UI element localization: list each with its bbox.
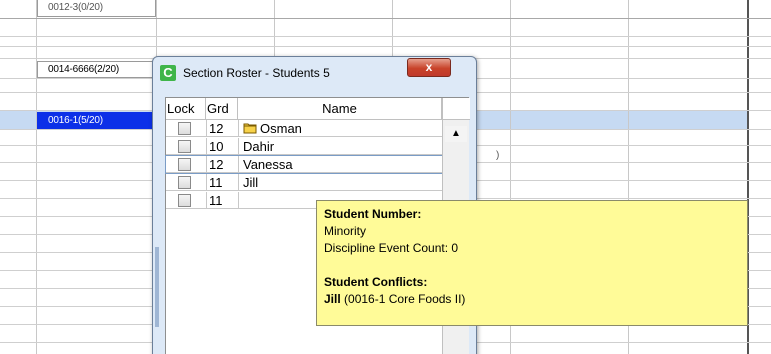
grade-cell: 10	[206, 138, 236, 155]
grid-row-line	[0, 18, 771, 19]
student-number-label: Student Number:	[324, 207, 422, 221]
grid-row-line	[0, 36, 771, 37]
section-cell[interactable]: 0014-6666(2/20)	[37, 61, 153, 78]
partial-cell-text: )	[496, 150, 500, 161]
lock-checkbox[interactable]	[178, 122, 191, 135]
scroll-up-icon[interactable]: ▲	[445, 126, 467, 142]
student-name: Vanessa	[238, 156, 442, 173]
lock-checkbox[interactable]	[178, 158, 191, 171]
section-cell-selected[interactable]: 0016-1(5/20)	[37, 112, 153, 129]
column-header-name[interactable]: Name	[238, 98, 442, 120]
section-cell[interactable]: 0012-3(0/20)	[37, 0, 156, 17]
lock-checkbox[interactable]	[178, 194, 191, 207]
conflict-student: Jill	[324, 292, 341, 306]
table-row[interactable]: 11 Jill	[166, 174, 442, 191]
dialog-titlebar[interactable]: C Section Roster - Students 5 x	[153, 57, 476, 89]
grade-cell: 11	[206, 192, 236, 209]
column-header-grade[interactable]: Grd	[206, 98, 238, 120]
minority-label: Minority	[324, 224, 367, 238]
table-row[interactable]: 10 Dahir	[166, 138, 442, 155]
discipline-label: Discipline Event Count: 0	[324, 241, 459, 255]
table-row-selected[interactable]: 12 Vanessa	[165, 155, 443, 174]
table-row[interactable]: 12 Osman	[166, 120, 442, 137]
close-button[interactable]: x	[407, 58, 451, 77]
table-header: Lock Grd Name	[166, 98, 442, 120]
scrollbar-header	[443, 98, 470, 120]
folder-icon	[243, 123, 257, 134]
tooltip-spacer	[324, 257, 740, 274]
student-name: Osman	[260, 121, 302, 136]
grade-cell: 12	[206, 120, 236, 137]
grid-row-line	[0, 46, 771, 47]
conflict-detail: (0016-1 Core Foods II)	[344, 292, 466, 306]
grade-cell: 11	[206, 174, 236, 191]
app-icon: C	[160, 65, 176, 81]
student-name: Jill	[238, 174, 442, 191]
lock-checkbox[interactable]	[178, 176, 191, 189]
lock-checkbox[interactable]	[178, 140, 191, 153]
grade-cell: 12	[206, 156, 236, 173]
column-header-lock[interactable]: Lock	[166, 98, 206, 120]
conflicts-label: Student Conflicts:	[324, 275, 428, 289]
dialog-title: Section Roster - Students 5	[183, 66, 330, 80]
name-cell: Osman	[238, 120, 442, 137]
grid-column-line	[36, 0, 37, 354]
dialog-left-shadow	[155, 247, 159, 327]
conflict-line: Jill (0016-1 Core Foods II)	[324, 291, 740, 308]
student-name: Dahir	[238, 138, 442, 155]
student-tooltip: Student Number: Minority Discipline Even…	[316, 200, 748, 326]
